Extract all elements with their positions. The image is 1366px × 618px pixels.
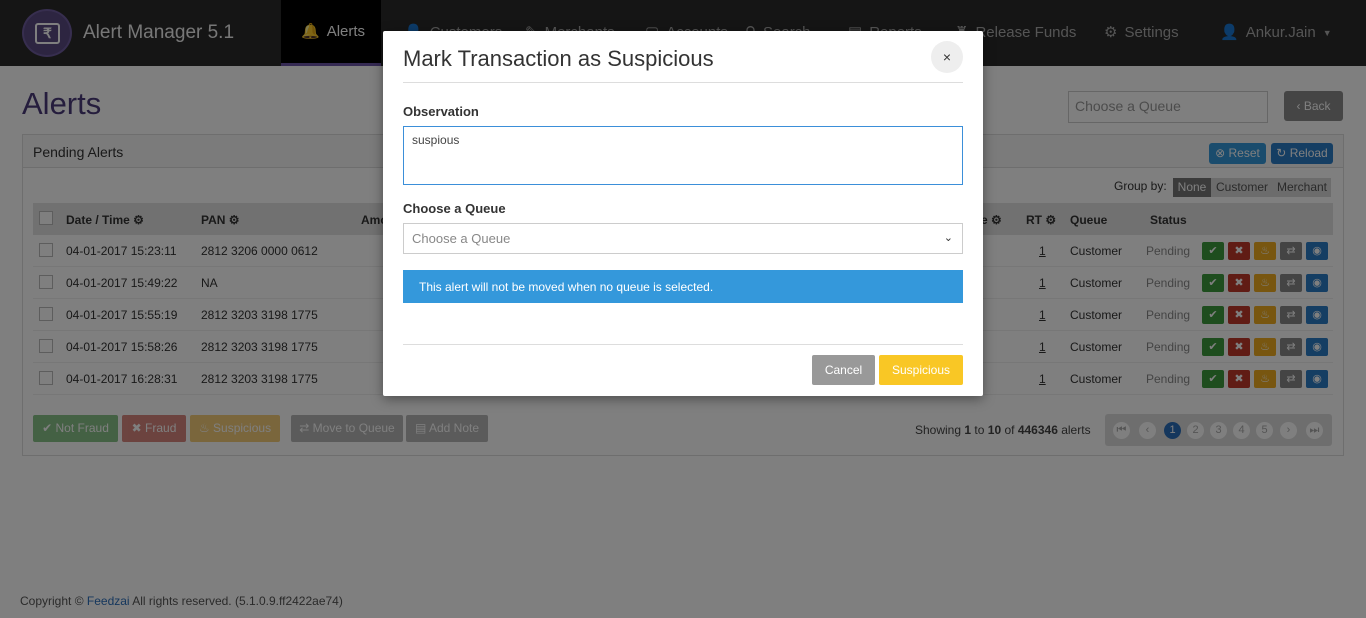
confirm-suspicious-button[interactable]: Suspicious bbox=[879, 355, 963, 385]
queue-label: Choose a Queue bbox=[403, 201, 506, 216]
suspicious-modal: Mark Transaction as Suspicious × Observa… bbox=[383, 31, 983, 396]
cancel-button[interactable]: Cancel bbox=[812, 355, 875, 385]
queue-select-value: Choose a Queue bbox=[412, 231, 511, 246]
modal-divider bbox=[403, 82, 963, 83]
modal-title: Mark Transaction as Suspicious bbox=[403, 46, 714, 71]
close-icon[interactable]: × bbox=[931, 41, 963, 73]
modal-footer-divider bbox=[403, 344, 963, 345]
observation-label: Observation bbox=[403, 104, 479, 119]
queue-select[interactable]: Choose a Queue ⌄ bbox=[403, 223, 963, 254]
observation-textarea[interactable]: suspious bbox=[403, 126, 963, 185]
chevron-down-icon: ⌄ bbox=[943, 232, 953, 244]
info-alert: This alert will not be moved when no que… bbox=[403, 270, 963, 303]
